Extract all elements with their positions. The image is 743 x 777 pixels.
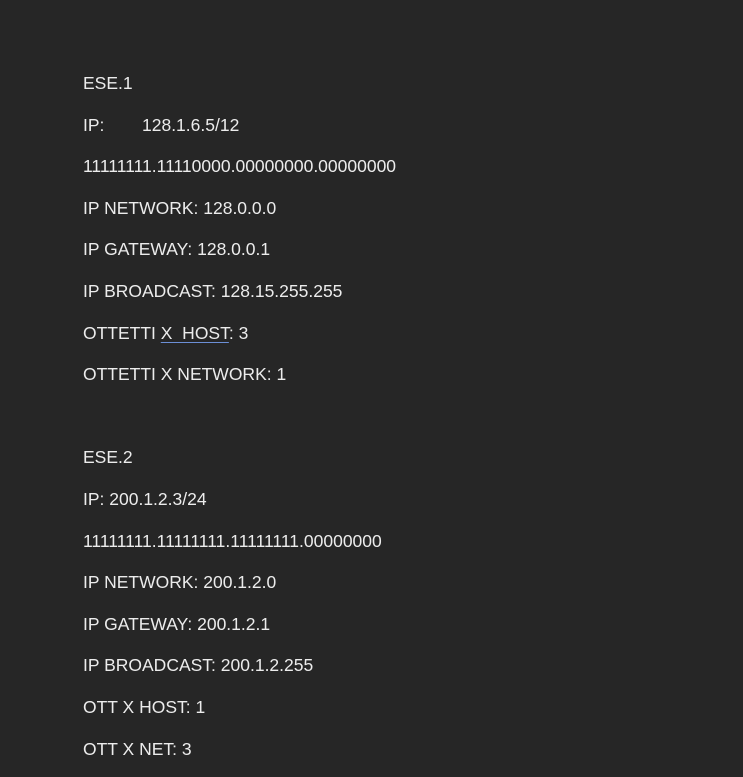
exercise-1-host-octets: OTTETTI X HOST: 3	[83, 320, 743, 362]
exercise-1-title: ESE.1	[83, 70, 743, 112]
exercise-2-network-octets: OTT X NET: 3	[83, 736, 743, 777]
exercise-1-ip-label: IP:	[83, 112, 142, 138]
exercise-2-host-octets: OTT X HOST: 1	[83, 694, 743, 736]
spellcheck-flagged-word[interactable]: X HOST	[161, 323, 229, 343]
exercise-1-host-octets-prefix: OTTETTI	[83, 323, 161, 343]
exercise-1-ip-value: 128.1.6.5/12	[142, 115, 239, 135]
exercise-1-mask-binary: 11111111.11110000.00000000.00000000	[83, 153, 743, 195]
exercise-1-network: IP NETWORK: 128.0.0.0	[83, 195, 743, 237]
exercise-2-gateway: IP GATEWAY: 200.1.2.1	[83, 611, 743, 653]
empty-line	[83, 403, 743, 445]
exercise-2-ip: IP: 200.1.2.3/24	[83, 486, 743, 528]
exercise-2-network: IP NETWORK: 200.1.2.0	[83, 569, 743, 611]
exercise-1-broadcast: IP BROADCAST: 128.15.255.255	[83, 278, 743, 320]
exercise-1-network-octets: OTTETTI X NETWORK: 1	[83, 361, 743, 403]
exercise-2-title: ESE.2	[83, 444, 743, 486]
exercise-1-ip-line: IP:128.1.6.5/12	[83, 112, 743, 154]
exercise-1-host-octets-suffix: : 3	[229, 323, 248, 343]
document-body[interactable]: ESE.1 IP:128.1.6.5/12 11111111.11110000.…	[83, 70, 743, 777]
exercise-2-broadcast: IP BROADCAST: 200.1.2.255	[83, 652, 743, 694]
exercise-2-mask-binary: 11111111.11111111.11111111.00000000	[83, 528, 743, 570]
exercise-1-gateway: IP GATEWAY: 128.0.0.1	[83, 236, 743, 278]
